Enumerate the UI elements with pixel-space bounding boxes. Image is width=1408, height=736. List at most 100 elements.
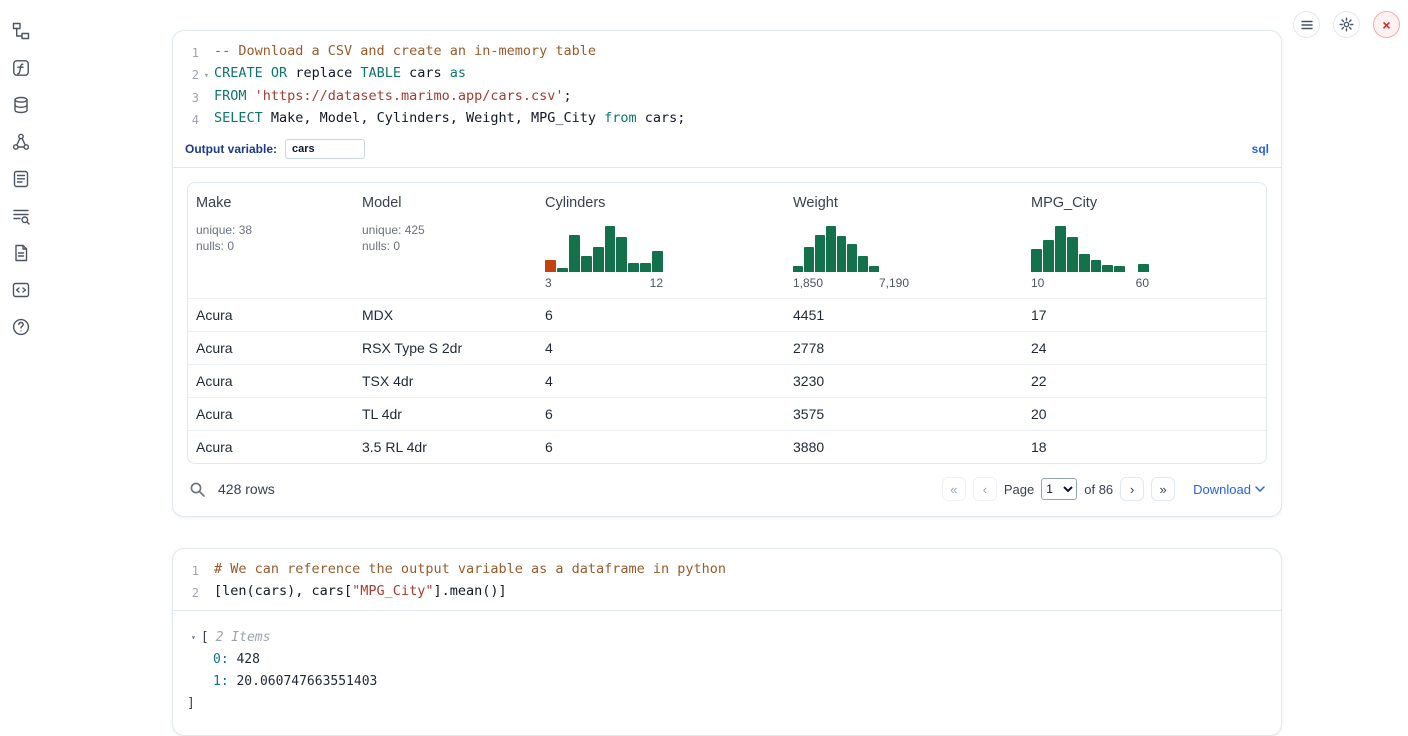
histogram-bar xyxy=(628,263,639,272)
topbar-controls: × xyxy=(1293,11,1400,38)
code-token: [len(cars), cars[ xyxy=(214,583,352,599)
histogram-bar xyxy=(1091,260,1102,272)
documentation-icon[interactable] xyxy=(8,277,34,303)
code-line[interactable]: 2[len(cars), cars["MPG_City"].mean()] xyxy=(173,581,1281,603)
code-token: cars xyxy=(401,65,450,81)
histogram-bar xyxy=(1102,265,1113,272)
column-stat: unique: 425 xyxy=(362,222,529,238)
table-header: Makeunique: 38nulls: 0Modelunique: 425nu… xyxy=(188,183,1266,298)
table-cell: TL 4dr xyxy=(354,406,537,422)
tree-entry: 0: 428 xyxy=(173,649,1281,671)
variables-icon[interactable] xyxy=(8,55,34,81)
output-variable-input[interactable] xyxy=(285,139,365,159)
prev-page-button[interactable]: ‹ xyxy=(973,477,997,501)
code-token: CREATE xyxy=(214,65,263,81)
tree-root: ▾ [ 2 Items xyxy=(173,627,1281,649)
histogram-bar xyxy=(545,260,556,272)
column-name: Make xyxy=(196,195,346,211)
table-row[interactable]: AcuraTL 4dr6357520 xyxy=(188,397,1266,430)
settings-gear-icon[interactable] xyxy=(1333,11,1360,38)
tree-entry: 1: 20.060747663551403 xyxy=(173,671,1281,693)
table-cell: 6 xyxy=(537,307,785,323)
fold-spacer xyxy=(199,86,214,108)
column-histogram[interactable] xyxy=(793,222,879,272)
tree-entry-key: 1: xyxy=(213,674,236,689)
table-cell: 3.5 RL 4dr xyxy=(354,439,537,455)
help-icon[interactable] xyxy=(8,314,34,340)
histogram-range: 312 xyxy=(545,276,663,290)
sql-code-editor[interactable]: 1-- Download a CSV and create an in-memo… xyxy=(173,31,1281,137)
code-token: # We can reference the output variable a… xyxy=(214,561,726,577)
column-header-make[interactable]: Makeunique: 38nulls: 0 xyxy=(188,195,354,254)
scratchpad-icon[interactable] xyxy=(8,166,34,192)
python-cell-card: 1# We can reference the output variable … xyxy=(172,548,1282,736)
table-cell: Acura xyxy=(188,373,354,389)
column-header-model[interactable]: Model unique: 425nulls: 0 xyxy=(354,195,537,254)
tree-open-bracket: [ xyxy=(201,627,209,649)
table-row[interactable]: Acura3.5 RL 4dr6388018 xyxy=(188,430,1266,463)
next-page-button[interactable]: › xyxy=(1120,477,1144,501)
code-token: TABLE xyxy=(360,65,401,81)
column-histogram[interactable] xyxy=(545,222,663,272)
histogram-bar xyxy=(858,256,868,272)
code-line[interactable]: 3FROM 'https://datasets.marimo.app/cars.… xyxy=(173,86,1281,108)
table-row[interactable]: AcuraRSX Type S 2dr4277824 xyxy=(188,331,1266,364)
datasources-icon[interactable] xyxy=(8,92,34,118)
column-stat: nulls: 0 xyxy=(362,238,529,254)
tree-close-bracket: ] xyxy=(173,693,1281,715)
table-row[interactable]: AcuraTSX 4dr4323022 xyxy=(188,364,1266,397)
column-name: MPG_City xyxy=(1031,195,1258,211)
column-histogram[interactable] xyxy=(1031,222,1149,272)
snippets-icon[interactable] xyxy=(8,240,34,266)
histogram-bar xyxy=(847,244,857,272)
tree-collapse-chevron-icon[interactable]: ▾ xyxy=(191,627,196,649)
range-min: 3 xyxy=(545,276,552,290)
histogram-bar xyxy=(826,226,836,272)
search-icon[interactable] xyxy=(189,481,206,498)
histogram-bar xyxy=(1067,237,1078,272)
row-count: 428 rows xyxy=(218,481,275,497)
code-text: CREATE OR replace TABLE cars as xyxy=(214,63,466,86)
column-header-mpg_city[interactable]: MPG_City1060 xyxy=(1023,195,1266,290)
line-number: 2 xyxy=(173,581,199,603)
table-wrapper: Makeunique: 38nulls: 0Modelunique: 425nu… xyxy=(173,168,1281,464)
tree-items-count: 2 Items xyxy=(216,627,271,649)
last-page-button[interactable]: » xyxy=(1151,477,1175,501)
code-token: ].mean()] xyxy=(433,583,506,599)
page-select[interactable]: 1 xyxy=(1041,478,1077,500)
code-line[interactable]: 1-- Download a CSV and create an in-memo… xyxy=(173,41,1281,63)
table-cell: Acura xyxy=(188,439,354,455)
download-label: Download xyxy=(1193,482,1251,497)
code-token: from xyxy=(604,110,637,126)
file-tree-icon[interactable] xyxy=(8,18,34,44)
code-line[interactable]: 1# We can reference the output variable … xyxy=(173,559,1281,581)
table-body: AcuraMDX6445117AcuraRSX Type S 2dr427782… xyxy=(188,298,1266,463)
table-cell: MDX xyxy=(354,307,537,323)
first-page-button[interactable]: « xyxy=(942,477,966,501)
language-badge[interactable]: sql xyxy=(1252,142,1269,156)
column-stat: nulls: 0 xyxy=(196,238,346,254)
table-cell: 4 xyxy=(537,373,785,389)
column-name: Model xyxy=(362,195,529,211)
shutdown-close-icon[interactable]: × xyxy=(1373,11,1400,38)
fold-chevron-icon[interactable]: ▾ xyxy=(199,63,214,86)
histogram-bar xyxy=(1138,264,1149,272)
code-line[interactable]: 2▾CREATE OR replace TABLE cars as xyxy=(173,63,1281,86)
python-code-editor[interactable]: 1# We can reference the output variable … xyxy=(173,549,1281,610)
column-header-cylinders[interactable]: Cylinders312 xyxy=(537,195,785,290)
code-line[interactable]: 4SELECT Make, Model, Cylinders, Weight, … xyxy=(173,108,1281,130)
table-cell: TSX 4dr xyxy=(354,373,537,389)
download-button[interactable]: Download xyxy=(1193,482,1265,497)
column-header-weight[interactable]: Weight1,8507,190 xyxy=(785,195,1023,290)
range-max: 60 xyxy=(1136,276,1149,290)
fold-spacer xyxy=(199,581,214,603)
menu-icon[interactable] xyxy=(1293,11,1320,38)
histogram-bar xyxy=(1043,240,1054,272)
histogram-bar xyxy=(569,235,580,272)
dependency-graph-icon[interactable] xyxy=(8,129,34,155)
table-cell: RSX Type S 2dr xyxy=(354,340,537,356)
table-row[interactable]: AcuraMDX6445117 xyxy=(188,298,1266,331)
logs-icon[interactable] xyxy=(8,203,34,229)
code-token: replace xyxy=(287,65,360,81)
pagination: « ‹ Page 1 of 86 › » xyxy=(942,477,1175,501)
